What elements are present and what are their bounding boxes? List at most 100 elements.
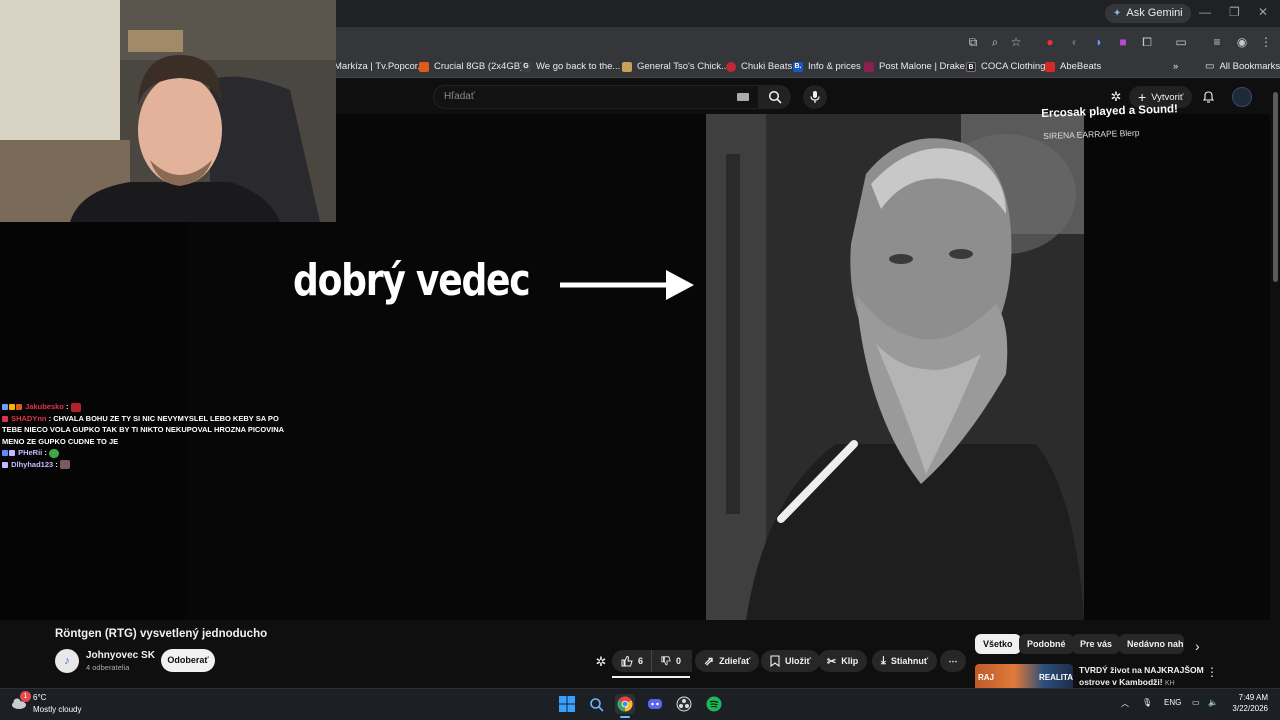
bookmark-item[interactable]: Chuki Beats bbox=[726, 59, 792, 74]
discord-icon bbox=[648, 699, 662, 709]
video-caption: dobrý vedec bbox=[293, 255, 531, 306]
bookmark-item[interactable]: B COCA Clothing bbox=[966, 59, 1045, 74]
dislike-count: 0 bbox=[675, 656, 681, 666]
like-count: 6 bbox=[638, 656, 644, 666]
bookmark-item[interactable]: B. Info & prices bbox=[793, 59, 861, 74]
bookmark-item[interactable]: Markíza | Tv.Popcor... bbox=[334, 59, 425, 74]
microphone-icon bbox=[810, 91, 820, 103]
subscribe-button[interactable]: Odoberať bbox=[161, 649, 215, 672]
more-actions-button[interactable]: ⋯ bbox=[940, 650, 966, 672]
arrow-right-icon bbox=[560, 270, 694, 300]
all-bookmarks-button[interactable]: ▭ All Bookmarks bbox=[1205, 59, 1280, 74]
save-button[interactable]: Uložiť bbox=[761, 650, 820, 672]
tab-search-icon[interactable]: ≡ bbox=[1210, 35, 1224, 49]
all-bookmarks-label: All Bookmarks bbox=[1219, 61, 1280, 72]
recommendation-menu-icon[interactable]: ⋮ bbox=[1206, 665, 1218, 679]
chat-badge-icon bbox=[2, 404, 8, 411]
bookmark-label: AbeBeats bbox=[1060, 61, 1102, 72]
minimize-icon[interactable]: — bbox=[1199, 5, 1211, 19]
chat-message: SHADYnn : CHVALA BOHU ZE TY SI NIC NEVYM… bbox=[2, 413, 284, 446]
extensions-puzzle-icon[interactable]: ⧠ bbox=[1140, 35, 1154, 49]
language-indicator[interactable]: ENG bbox=[1164, 698, 1181, 707]
chip-recently-uploaded[interactable]: Nedávno nahr... bbox=[1119, 634, 1184, 654]
taskbar-discord-button[interactable] bbox=[645, 694, 665, 714]
bookmarks-overflow-button[interactable]: » bbox=[1173, 59, 1178, 74]
bookmark-item[interactable]: Post Malone | Drake... bbox=[864, 59, 973, 74]
webcam-overlay bbox=[0, 0, 336, 222]
ask-gemini-button[interactable]: ✦ Ask Gemini bbox=[1105, 4, 1191, 23]
extension-grey-icon[interactable]: ◐ bbox=[1068, 35, 1082, 49]
voice-search-button[interactable] bbox=[803, 85, 827, 109]
taskbar-chrome-button[interactable] bbox=[615, 694, 635, 714]
start-button[interactable] bbox=[557, 694, 577, 714]
bookmark-item[interactable]: AbeBeats bbox=[1045, 59, 1101, 74]
bookmark-label: Markíza | Tv.Popcor... bbox=[334, 61, 426, 72]
network-icon[interactable]: ▭ bbox=[1192, 698, 1200, 707]
taskbar-spotify-button[interactable] bbox=[704, 694, 724, 714]
profile-avatar-icon[interactable]: ◉ bbox=[1235, 35, 1249, 49]
notifications-bell-icon[interactable] bbox=[1201, 90, 1215, 104]
close-icon[interactable]: ✕ bbox=[1258, 5, 1268, 19]
chat-username: Jakubesko bbox=[25, 402, 64, 411]
extension-red-icon[interactable]: ● bbox=[1043, 35, 1057, 49]
search-button[interactable] bbox=[759, 85, 791, 109]
search-input[interactable]: Hľadať bbox=[433, 85, 759, 109]
reading-mode-icon[interactable]: ▭ bbox=[1174, 35, 1188, 49]
taskbar-obs-button[interactable] bbox=[674, 694, 694, 714]
bookmark-favicon-icon bbox=[726, 61, 736, 72]
chip-all[interactable]: Všetko bbox=[975, 634, 1021, 654]
bookmark-favicon-icon bbox=[864, 61, 874, 72]
clip-button[interactable]: ✂ Klip bbox=[818, 650, 868, 672]
chip-related[interactable]: Podobné bbox=[1019, 634, 1074, 654]
extension-purple-icon[interactable]: ■ bbox=[1116, 35, 1130, 49]
tray-overflow-icon[interactable]: ︿ bbox=[1121, 698, 1129, 709]
portrait-photo-icon bbox=[706, 114, 1084, 620]
scissors-icon: ✂ bbox=[827, 655, 837, 668]
volume-icon[interactable]: 🔈 bbox=[1208, 698, 1218, 707]
taskbar-search-button[interactable] bbox=[586, 694, 606, 714]
channel-avatar[interactable]: ♪ bbox=[55, 649, 79, 673]
chat-emote-icon bbox=[59, 460, 70, 470]
browser-menu-icon[interactable]: ⋮ bbox=[1259, 35, 1273, 49]
bookmark-item[interactable]: General Tso's Chick... bbox=[622, 59, 729, 74]
share-label: Zdieľať bbox=[719, 656, 751, 666]
dislike-button[interactable]: 0 bbox=[651, 650, 690, 672]
recommendation-badge: KH bbox=[1164, 679, 1175, 687]
cast-icon[interactable]: ⧉ bbox=[966, 35, 980, 49]
thumb-right-text: REALITA bbox=[1039, 673, 1073, 682]
windows-taskbar bbox=[0, 688, 1280, 720]
zoom-icon[interactable]: ⌕ bbox=[988, 35, 1002, 49]
keyboard-icon[interactable] bbox=[737, 93, 749, 101]
taskbar-clock[interactable]: 7:49 AM 3/22/2026 bbox=[1228, 692, 1268, 714]
bookmark-star-icon[interactable]: ☆ bbox=[1009, 35, 1023, 49]
bookmark-item[interactable]: Crucial 8GB (2x4GB)... bbox=[419, 59, 531, 74]
weather-description[interactable]: Mostly cloudy bbox=[33, 705, 81, 714]
bookmark-icon bbox=[770, 655, 780, 667]
windows-logo-icon bbox=[559, 696, 575, 712]
chip-for-you[interactable]: Pre vás bbox=[1072, 634, 1121, 654]
microphone-tray-icon[interactable]: 🎙 bbox=[1142, 698, 1152, 707]
recommendation-title[interactable]: TVRDÝ život na NAJKRAJŠOM ostrove v Kamb… bbox=[1079, 665, 1204, 689]
restore-icon[interactable]: ❐ bbox=[1229, 5, 1240, 19]
extension-blue-icon[interactable]: ◗ bbox=[1092, 35, 1106, 49]
portrait-image bbox=[706, 114, 1084, 620]
recommendation-title-text: TVRDÝ život na NAJKRAJŠOM ostrove v Kamb… bbox=[1079, 665, 1204, 687]
chat-message: Jakubesko : bbox=[2, 401, 292, 413]
search-placeholder: Hľadať bbox=[444, 91, 475, 102]
create-label: Vytvoriť bbox=[1151, 91, 1184, 103]
bookmark-favicon-icon: B bbox=[966, 61, 976, 72]
channel-name[interactable]: Johnyovec SK bbox=[86, 650, 155, 661]
chips-next-chevron-icon[interactable]: › bbox=[1195, 638, 1200, 654]
download-button[interactable]: ⤓ Stiahnuť bbox=[872, 650, 938, 672]
account-avatar[interactable] bbox=[1232, 87, 1252, 107]
bookmark-label: COCA Clothing bbox=[981, 61, 1046, 72]
extension-gear-icon[interactable]: ✲ bbox=[594, 655, 608, 669]
bookmark-item[interactable]: G We go back to the... bbox=[521, 59, 620, 74]
weather-temperature[interactable]: 6°C bbox=[33, 693, 46, 702]
scrollbar-thumb[interactable] bbox=[1273, 92, 1278, 282]
recommendation-thumbnail[interactable]: RAJ REALITA bbox=[975, 664, 1073, 688]
share-button[interactable]: ⇗ Zdieľať bbox=[695, 650, 760, 672]
extension-gear-icon[interactable]: ✲ bbox=[1109, 90, 1123, 104]
bookmark-label: Crucial 8GB (2x4GB)... bbox=[434, 61, 532, 72]
subscriber-count: 4 odberatelia bbox=[86, 663, 130, 672]
